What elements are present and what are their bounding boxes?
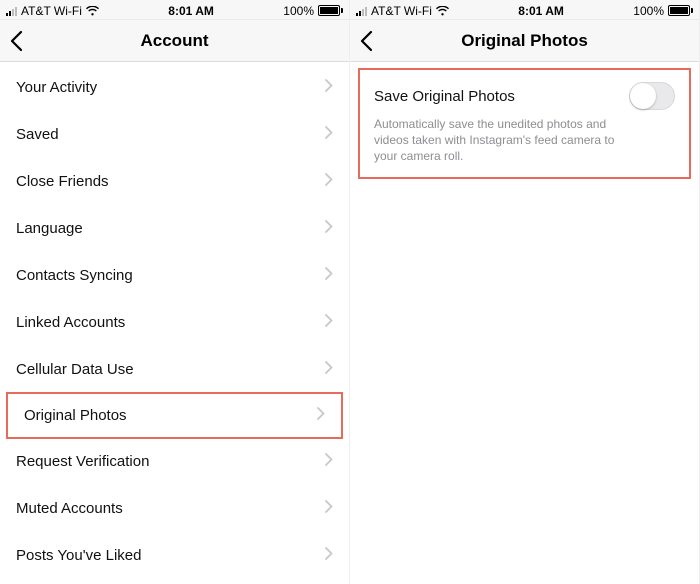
status-time: 8:01 AM (449, 4, 633, 18)
wifi-icon (86, 6, 99, 16)
row-language[interactable]: Language (0, 205, 349, 252)
row-label: Cellular Data Use (16, 361, 134, 378)
status-bar: AT&T Wi-Fi 8:01 AM 100% (350, 0, 699, 20)
status-bar: AT&T Wi-Fi 8:01 AM 100% (0, 0, 349, 20)
chevron-right-icon (325, 79, 333, 96)
nav-bar: Original Photos (350, 20, 699, 62)
status-right: 100% (283, 4, 343, 18)
chevron-right-icon (325, 453, 333, 470)
save-original-toggle[interactable] (629, 82, 675, 110)
chevron-right-icon (325, 267, 333, 284)
row-label: Close Friends (16, 173, 109, 190)
row-label: Muted Accounts (16, 500, 123, 517)
row-contacts-syncing[interactable]: Contacts Syncing (0, 252, 349, 299)
signal-icon (6, 6, 17, 16)
chevron-right-icon (325, 173, 333, 190)
row-posts-liked[interactable]: Posts You've Liked (0, 532, 349, 579)
row-label: Linked Accounts (16, 314, 125, 331)
setting-label: Save Original Photos (374, 88, 515, 105)
status-left: AT&T Wi-Fi (6, 4, 99, 18)
chevron-right-icon (325, 361, 333, 378)
battery-icon (668, 5, 693, 16)
chevron-right-icon (325, 500, 333, 517)
battery-pct: 100% (633, 4, 664, 18)
status-left: AT&T Wi-Fi (356, 4, 449, 18)
setting-description: Automatically save the unedited photos a… (374, 116, 634, 165)
row-label: Contacts Syncing (16, 267, 133, 284)
row-label: Posts You've Liked (16, 547, 141, 564)
row-request-verification[interactable]: Request Verification (0, 438, 349, 485)
row-close-friends[interactable]: Close Friends (0, 158, 349, 205)
battery-icon (318, 5, 343, 16)
row-label: Saved (16, 126, 59, 143)
chevron-right-icon (325, 220, 333, 237)
screen-account: AT&T Wi-Fi 8:01 AM 100% Account Your Act… (0, 0, 350, 584)
row-your-activity[interactable]: Your Activity (0, 64, 349, 111)
toggle-knob (630, 83, 656, 109)
row-label: Your Activity (16, 79, 97, 96)
chevron-right-icon (317, 407, 325, 424)
chevron-right-icon (325, 314, 333, 331)
page-title: Original Photos (461, 31, 588, 51)
battery-pct: 100% (283, 4, 314, 18)
back-button[interactable] (358, 20, 376, 61)
row-label: Request Verification (16, 453, 149, 470)
setting-row: Save Original Photos (374, 82, 675, 110)
chevron-right-icon (325, 126, 333, 143)
row-saved[interactable]: Saved (0, 111, 349, 158)
row-label: Language (16, 220, 83, 237)
status-right: 100% (633, 4, 693, 18)
back-button[interactable] (8, 20, 26, 61)
row-linked-accounts[interactable]: Linked Accounts (0, 299, 349, 346)
settings-list: Your Activity Saved Close Friends Langua… (0, 62, 349, 584)
settings-list: Save Original Photos Automatically save … (350, 62, 699, 584)
row-label: Original Photos (24, 407, 127, 424)
chevron-right-icon (325, 547, 333, 564)
wifi-icon (436, 6, 449, 16)
status-time: 8:01 AM (99, 4, 283, 18)
row-original-photos[interactable]: Original Photos (6, 392, 343, 439)
nav-bar: Account (0, 20, 349, 62)
carrier-label: AT&T Wi-Fi (371, 4, 432, 18)
save-original-photos-block: Save Original Photos Automatically save … (358, 68, 691, 179)
signal-icon (356, 6, 367, 16)
screen-original-photos: AT&T Wi-Fi 8:01 AM 100% Original Photos … (350, 0, 700, 584)
row-cellular-data[interactable]: Cellular Data Use (0, 346, 349, 393)
row-muted-accounts[interactable]: Muted Accounts (0, 485, 349, 532)
page-title: Account (141, 31, 209, 51)
carrier-label: AT&T Wi-Fi (21, 4, 82, 18)
switch-business-link[interactable]: Switch to Business Account (0, 579, 349, 584)
